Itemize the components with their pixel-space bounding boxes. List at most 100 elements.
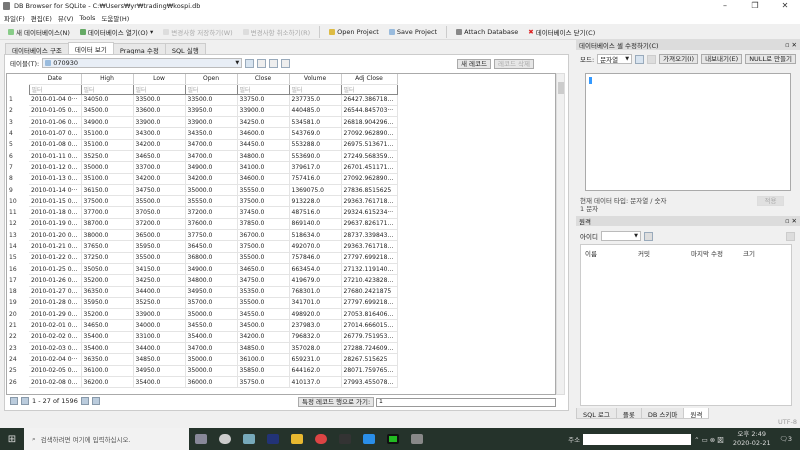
new-record-button[interactable]: 새 레코드 — [457, 59, 491, 69]
table-cell[interactable]: 28071.759765625 — [341, 365, 398, 377]
row-number[interactable]: 25 — [7, 365, 29, 376]
table-cell[interactable]: 34350.0 — [185, 127, 238, 140]
open-database-button[interactable]: 데이터베이스 열기(O) ▾ — [76, 26, 157, 38]
tray-icons[interactable]: ⌃ ▭ ⊗ 図 — [694, 434, 724, 444]
table-cell[interactable]: 37200.0 — [133, 218, 186, 231]
table-row[interactable]: 26 2010-02-08 00··· 36200.0 35400.0 36000.0 3… — [7, 376, 398, 389]
table-cell[interactable]: 2010-01-27 00··· — [29, 286, 82, 298]
auto-format-button[interactable] — [635, 54, 645, 64]
refresh-button[interactable] — [245, 58, 255, 68]
table-cell[interactable]: 26427.38671875 — [341, 94, 398, 106]
column-header[interactable]: Date — [29, 74, 82, 85]
column-filter[interactable]: 필터 — [184, 83, 238, 95]
delete-record-button[interactable]: 레코드 삭제 — [494, 59, 534, 69]
table-cell[interactable]: 35100.0 — [81, 173, 134, 185]
table-cell[interactable]: 2010-01-19 00··· — [29, 218, 82, 231]
row-number[interactable]: 17 — [7, 275, 29, 286]
table-cell[interactable]: 2010-01-29 00··· — [29, 308, 82, 321]
menu-help[interactable]: 도움말(H) — [101, 13, 129, 23]
row-number[interactable]: 26 — [7, 376, 29, 387]
table-cell[interactable]: 37500.0 — [81, 195, 134, 208]
table-row[interactable]: 11 2010-01-18 00··· 37700.0 37050.0 37200.0 3… — [7, 206, 398, 219]
first-page-button[interactable] — [10, 397, 18, 405]
table-cell[interactable]: 33100.0 — [133, 331, 186, 344]
table-cell[interactable]: 37500.0 — [237, 240, 290, 253]
table-row[interactable]: 9 2010-01-14 0··· 36150.0 34750.0 35000.0 355… — [7, 184, 398, 197]
column-filter[interactable]: 필터 — [340, 83, 398, 95]
devcpp-icon[interactable] — [267, 434, 279, 444]
table-row[interactable]: 7 2010-01-12 00··· 35000.0 33700.0 34900.0 34… — [7, 161, 398, 174]
table-cell[interactable]: 37450.0 — [237, 206, 290, 219]
row-number[interactable]: 19 — [7, 297, 29, 308]
row-number[interactable]: 3 — [7, 117, 29, 128]
table-cell[interactable]: 35700.0 — [185, 297, 238, 310]
table-cell[interactable]: 2010-01-28 00··· — [29, 297, 82, 310]
table-row[interactable]: 25 2010-02-05 00··· 36100.0 34950.0 35000.0 3… — [7, 365, 398, 377]
table-cell[interactable]: 34100.0 — [237, 161, 290, 174]
table-cell[interactable]: 34650.0 — [81, 319, 134, 332]
table-cell[interactable]: 38700.0 — [81, 218, 134, 231]
table-cell[interactable]: 34800.0 — [237, 150, 290, 163]
table-cell[interactable]: 34400.0 — [133, 342, 186, 355]
table-cell[interactable]: 35950.0 — [81, 297, 134, 310]
row-number[interactable]: 1 — [7, 94, 29, 105]
revert-changes-button[interactable]: 변경사항 취소하기(R) — [239, 26, 315, 38]
taskbar-search[interactable]: ⌕ 검색하려면 여기에 입력하십시오. — [24, 428, 189, 450]
table-cell[interactable]: 2010-01-21 00··· — [29, 240, 82, 253]
table-cell[interactable]: 38000.0 — [81, 229, 134, 242]
table-cell[interactable]: 440485.0 — [289, 105, 342, 118]
file-explorer-icon[interactable] — [291, 434, 303, 444]
table-cell[interactable]: 28267.515625 — [341, 353, 398, 366]
table-row[interactable]: 21 2010-02-01 00··· 34650.0 34000.0 34550.0 3… — [7, 319, 398, 332]
table-cell[interactable]: 27836.8515625 — [341, 184, 398, 197]
menu-view[interactable]: 뷰(V) — [58, 13, 74, 23]
table-cell[interactable]: 34200.0 — [185, 173, 238, 185]
goto-record-input[interactable] — [376, 397, 557, 407]
open-project-button[interactable]: Open Project — [325, 27, 383, 37]
table-cell[interactable]: 34800.0 — [185, 274, 238, 287]
word-wrap-button[interactable] — [647, 54, 657, 64]
table-cell[interactable]: 2010-01-26 00··· — [29, 274, 82, 287]
table-cell[interactable]: 2010-01-14 0··· — [29, 184, 82, 197]
menu-file[interactable]: 파일(F) — [4, 13, 25, 23]
table-cell[interactable]: 34700.0 — [185, 150, 238, 163]
write-changes-button[interactable]: 변경사항 저장하기(W) — [159, 26, 236, 38]
apply-button[interactable]: 적용 — [757, 196, 784, 206]
table-cell[interactable]: 34500.0 — [237, 319, 290, 332]
table-cell[interactable]: 26975.513671875 — [341, 139, 398, 151]
table-cell[interactable]: 35400.0 — [81, 331, 134, 344]
table-cell[interactable]: 2010-01-18 00··· — [29, 206, 82, 219]
row-number[interactable]: 10 — [7, 196, 29, 207]
save-project-button[interactable]: Save Project — [385, 27, 441, 37]
table-cell[interactable]: 34900.0 — [185, 161, 238, 174]
table-cell[interactable]: 34850.0 — [133, 353, 186, 366]
column-size[interactable]: 크기 — [743, 248, 755, 258]
table-cell[interactable]: 29324.615234··· — [341, 206, 398, 219]
table-cell[interactable]: 34250.0 — [133, 274, 186, 287]
table-cell[interactable]: 36800.0 — [185, 252, 238, 264]
table-cell[interactable]: 36150.0 — [81, 184, 134, 197]
dock-float-close-icon[interactable]: ▫ ✕ — [785, 41, 797, 49]
column-name[interactable]: 이름 — [585, 248, 638, 258]
table-cell[interactable]: 35400.0 — [81, 342, 134, 355]
table-cell[interactable]: 659231.0 — [289, 353, 342, 366]
table-cell[interactable]: 35950.0 — [133, 240, 186, 253]
table-cell[interactable]: 34550.0 — [237, 308, 290, 321]
row-number[interactable]: 18 — [7, 286, 29, 297]
table-row[interactable]: 6 2010-01-11 00··· 35250.0 34650.0 34700.0 34… — [7, 150, 398, 163]
table-cell[interactable]: 35250.0 — [133, 297, 186, 310]
menu-tools[interactable]: Tools — [79, 14, 95, 22]
table-row[interactable]: 22 2010-02-02 00··· 35400.0 33100.0 35400.0 3… — [7, 331, 398, 344]
table-cell[interactable]: 35500.0 — [133, 195, 186, 208]
table-cell[interactable]: 757416.0 — [289, 173, 342, 185]
table-cell[interactable]: 35000.0 — [185, 365, 238, 377]
table-cell[interactable]: 492070.0 — [289, 240, 342, 253]
table-row[interactable]: 1 2010-01-04 0··· 34050.0 33500.0 33500.0 337… — [7, 94, 398, 106]
set-null-button[interactable]: NULL로 만들기 — [745, 54, 797, 64]
table-cell[interactable]: 27993.455078125 — [341, 376, 398, 389]
table-cell[interactable]: 36000.0 — [185, 376, 238, 389]
table-cell[interactable]: 35000.0 — [185, 184, 238, 197]
vertical-scrollbar[interactable] — [556, 73, 565, 395]
table-cell[interactable]: 35500.0 — [237, 297, 290, 310]
table-cell[interactable]: 34950.0 — [133, 365, 186, 377]
